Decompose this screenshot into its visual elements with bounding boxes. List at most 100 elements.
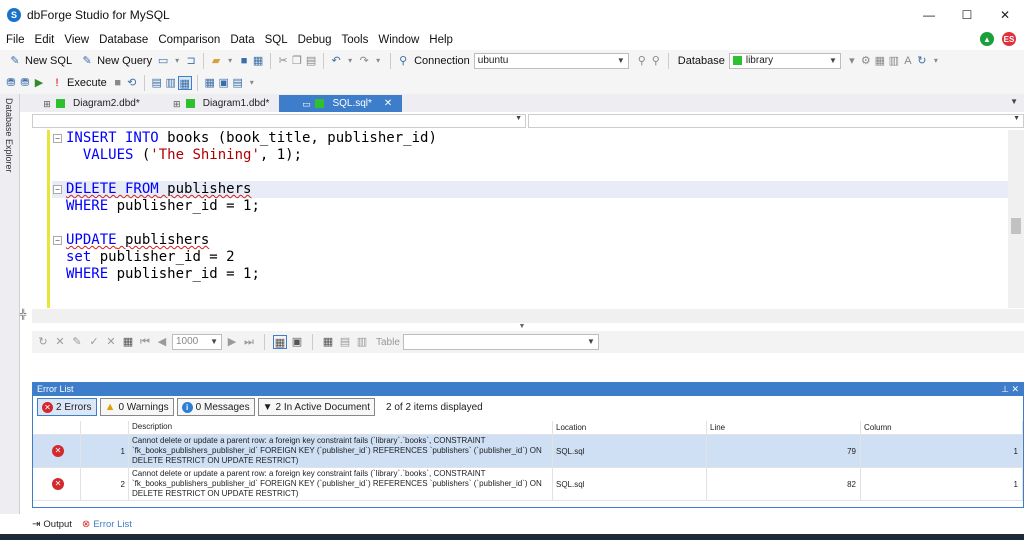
run-icon[interactable]: ▶: [32, 76, 46, 90]
grid-options-icon[interactable]: ▦: [121, 335, 135, 349]
sql-editor[interactable]: − INSERT INTO books (book_title, publish…: [32, 130, 1008, 308]
object-select[interactable]: ▼: [32, 114, 526, 128]
column-header-line[interactable]: Line: [707, 421, 861, 435]
column-header-location[interactable]: Location: [553, 421, 707, 435]
first-page-icon[interactable]: ⏮: [138, 335, 152, 349]
menu-debug[interactable]: Debug: [298, 34, 332, 46]
fold-toggle-icon[interactable]: −: [53, 134, 62, 143]
editor-horizontal-scrollbar[interactable]: [32, 309, 1024, 323]
card-view-icon[interactable]: ▣: [290, 335, 304, 349]
db-tool3-icon[interactable]: ▥: [887, 54, 901, 68]
dropdown-arrow-icon[interactable]: ▾: [245, 76, 259, 90]
menu-comparison[interactable]: Comparison: [158, 34, 220, 46]
tab-sql[interactable]: ▭ SQL.sql* ✕: [279, 95, 403, 112]
save-icon[interactable]: ■: [237, 54, 251, 68]
prev-page-icon[interactable]: ◀: [155, 335, 169, 349]
new-query-button[interactable]: ✎ New Query: [76, 51, 156, 71]
execute-to-cursor-icon[interactable]: ⛃: [18, 76, 32, 90]
menu-sql[interactable]: SQL: [265, 34, 288, 46]
copy-icon[interactable]: ❐: [290, 54, 304, 68]
comment-icon[interactable]: ▥: [164, 76, 178, 90]
last-page-icon[interactable]: ⏭: [242, 335, 256, 349]
refresh-icon[interactable]: ↻: [36, 335, 50, 349]
table-row[interactable]: ✕ 2 Cannot delete or update a parent row…: [33, 468, 1023, 501]
column-header-description[interactable]: Description: [129, 421, 553, 435]
font-icon[interactable]: A: [901, 54, 915, 68]
editor-vertical-scrollbar[interactable]: [1008, 130, 1024, 308]
execute-options-icon[interactable]: ⛃: [4, 76, 18, 90]
menu-file[interactable]: File: [6, 34, 25, 46]
close-window-button[interactable]: ✕: [986, 0, 1024, 30]
fold-toggle-icon[interactable]: −: [53, 185, 62, 194]
redo-icon[interactable]: ↷: [357, 54, 371, 68]
column-header-column[interactable]: Column: [861, 421, 1023, 435]
database-select[interactable]: library ▼: [728, 53, 841, 69]
connect-icon[interactable]: ⚲: [649, 54, 663, 68]
apply-icon[interactable]: ✓: [87, 335, 101, 349]
page-size-select[interactable]: 1000 ▼: [172, 334, 222, 350]
format-icon[interactable]: ▤: [150, 76, 164, 90]
open-folder-icon[interactable]: ▰: [209, 54, 223, 68]
new-sql-button[interactable]: ✎ New SQL: [4, 51, 76, 71]
database-explorer-tab[interactable]: Database Explorer: [4, 98, 14, 173]
execute-button[interactable]: ! Execute: [46, 73, 111, 93]
dropdown-arrow-icon[interactable]: ▾: [223, 54, 237, 68]
update-icon[interactable]: ▲: [980, 32, 994, 46]
cancel-icon[interactable]: ✕: [53, 335, 67, 349]
tab-diagram1[interactable]: ⊞ Diagram1.dbd*: [150, 95, 280, 112]
fold-toggle-icon[interactable]: −: [53, 236, 62, 245]
new-document-icon[interactable]: ▭: [156, 54, 170, 68]
user-avatar[interactable]: ES: [1002, 32, 1016, 46]
tab-error-list[interactable]: ⊗ Error List: [82, 519, 132, 530]
close-tab-icon[interactable]: ✕: [384, 98, 392, 109]
tab-diagram2[interactable]: ⊞ Diagram2.dbd*: [20, 95, 150, 112]
close-panel-icon[interactable]: ✕: [1011, 384, 1019, 394]
save-all-icon[interactable]: ▦: [251, 54, 265, 68]
history-icon[interactable]: ⟲: [125, 76, 139, 90]
export-icon[interactable]: ▤: [338, 335, 352, 349]
edit-icon[interactable]: ✎: [70, 335, 84, 349]
bracket-icon[interactable]: ⊐: [184, 54, 198, 68]
undo-icon[interactable]: ↶: [329, 54, 343, 68]
menu-view[interactable]: View: [64, 34, 89, 46]
menu-window[interactable]: Window: [378, 34, 419, 46]
cut-icon[interactable]: ✂: [276, 54, 290, 68]
menu-edit[interactable]: Edit: [35, 34, 55, 46]
minimize-button[interactable]: —: [910, 0, 948, 30]
active-document-filter-button[interactable]: ▼ 2 In Active Document: [257, 398, 375, 416]
db-tool2-icon[interactable]: ▦: [873, 54, 887, 68]
pin-icon[interactable]: ⊥: [1001, 384, 1009, 394]
dropdown-arrow-icon[interactable]: ▾: [170, 54, 184, 68]
dropdown-arrow-icon[interactable]: ▾: [343, 54, 357, 68]
menu-help[interactable]: Help: [429, 34, 453, 46]
paste-icon[interactable]: ▤: [304, 54, 318, 68]
results-splitter[interactable]: ▼: [20, 323, 1024, 330]
discard-icon[interactable]: ✕: [104, 335, 118, 349]
disconnect-icon[interactable]: ⚲: [635, 54, 649, 68]
table-select[interactable]: ▼: [402, 334, 599, 350]
table-view-icon[interactable]: ▦: [321, 335, 335, 349]
db-tool1-icon[interactable]: ⚙: [859, 54, 873, 68]
next-page-icon[interactable]: ▶: [225, 335, 239, 349]
tab-output[interactable]: ⇥ Output: [32, 519, 72, 530]
split-editor-icon[interactable]: ╬: [20, 309, 32, 323]
warnings-filter-button[interactable]: ▲ 0 Warnings: [99, 398, 174, 416]
dropdown-arrow-icon[interactable]: ▾: [845, 54, 859, 68]
refresh-icon[interactable]: ↻: [915, 54, 929, 68]
maximize-button[interactable]: ☐: [948, 0, 986, 30]
text-results-icon[interactable]: ▤: [231, 76, 245, 90]
dropdown-arrow-icon[interactable]: ▾: [371, 54, 385, 68]
menu-database[interactable]: Database: [99, 34, 148, 46]
member-select[interactable]: ▼: [528, 114, 1024, 128]
tab-list-chevron-icon[interactable]: ▼: [1010, 97, 1018, 106]
messages-filter-button[interactable]: i 0 Messages: [176, 398, 255, 416]
grid-view-icon[interactable]: ▦: [273, 335, 287, 349]
menu-data[interactable]: Data: [230, 34, 254, 46]
layout-icon[interactable]: ▦: [203, 76, 217, 90]
errors-filter-button[interactable]: ✕ 2 Errors: [37, 398, 97, 416]
dropdown-arrow-icon[interactable]: ▾: [929, 54, 943, 68]
grid-icon[interactable]: ▣: [217, 76, 231, 90]
stop-icon[interactable]: ■: [111, 76, 125, 90]
table-row[interactable]: ✕ 1 Cannot delete or update a parent row…: [33, 435, 1023, 468]
scroll-thumb[interactable]: [1011, 218, 1021, 234]
